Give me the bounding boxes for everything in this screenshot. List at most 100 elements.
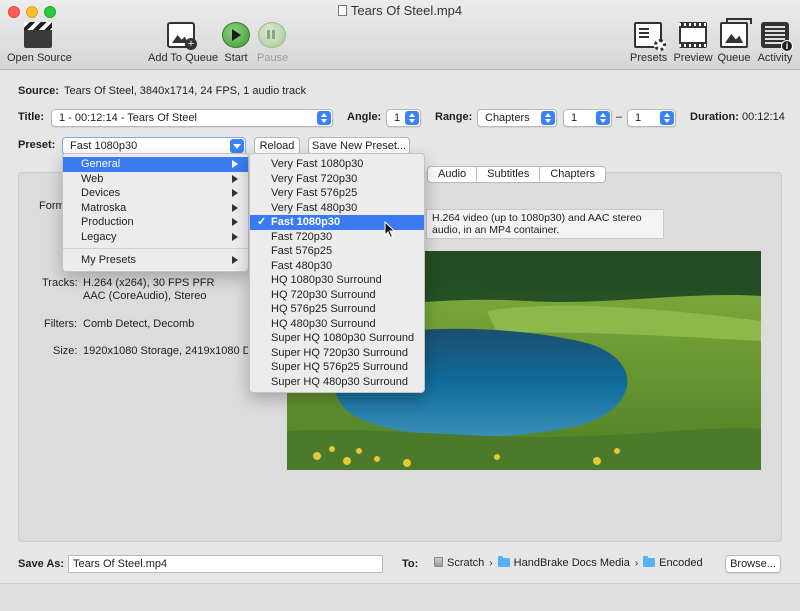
activity-icon: i [761, 22, 793, 52]
range-label: Range: [435, 111, 473, 123]
title-label: Title: [18, 111, 45, 123]
preset-item[interactable]: Super HQ 720p30 Surround [250, 346, 424, 361]
queue-button[interactable]: Queue [717, 18, 752, 64]
duration-label: Duration: [690, 111, 739, 123]
preview-label: Preview [673, 52, 713, 64]
menu-item-label: Web [81, 172, 104, 185]
updown-arrows-icon [541, 111, 555, 125]
drive-icon [434, 557, 443, 567]
menu-item-label: General [81, 158, 121, 170]
presets-button[interactable]: Presets [630, 22, 668, 64]
preset-item[interactable]: Very Fast 480p30 [250, 201, 424, 216]
submenu-arrow-icon [232, 189, 238, 197]
preset-item-label: Very Fast 1080p30 [271, 158, 364, 170]
tab-subtitles[interactable]: Subtitles [477, 167, 541, 182]
preset-item-label: Very Fast 576p25 [271, 187, 358, 199]
range-dash: – [616, 111, 623, 123]
preset-item[interactable]: HQ 576p25 Surround [250, 302, 424, 317]
destination-path[interactable]: Scratch › HandBrake Docs Media › Encoded [434, 556, 703, 569]
menu-separator [63, 248, 248, 249]
presets-label: Presets [630, 52, 668, 64]
tab-chapters[interactable]: Chapters [540, 167, 605, 182]
pause-button[interactable]: Pause [257, 22, 288, 64]
angle-label: Angle: [347, 111, 382, 123]
add-to-queue-button[interactable]: + Add To Queue [148, 22, 218, 64]
preset-item[interactable]: Fast 576p25 [250, 244, 424, 259]
preset-description-tooltip: H.264 video (up to 1080p30) and AAC ster… [426, 209, 664, 239]
path-scratch: Scratch [447, 557, 485, 569]
range-start-popup[interactable]: 1 [563, 109, 612, 127]
preset-item-label: Fast 480p30 [271, 259, 333, 272]
submenu-arrow-icon [232, 232, 238, 241]
preset-item[interactable]: Very Fast 576p25 [250, 186, 424, 201]
preset-item-selected[interactable]: ✓ Fast 1080p30 [250, 215, 424, 230]
menu-item-matroska[interactable]: Matroska [63, 201, 248, 216]
menu-item-devices[interactable]: Devices [63, 186, 248, 201]
open-source-button[interactable]: Open Source [7, 22, 72, 64]
preset-item-label: Fast 1080p30 [271, 216, 341, 228]
preset-item[interactable]: Very Fast 720p30 [250, 172, 424, 187]
play-icon [222, 22, 250, 48]
window-toolbar: Tears Of Steel.mp4 Open Source + Add To … [0, 0, 800, 70]
document-icon [337, 5, 347, 16]
tracks-line-1: H.264 (x264), 30 FPS PFR [83, 277, 215, 289]
angle-popup[interactable]: 1 [386, 109, 421, 127]
preset-item[interactable]: HQ 720p30 Surround [250, 288, 424, 303]
preset-item-label: Very Fast 480p30 [271, 201, 358, 214]
preset-item[interactable]: Super HQ 480p30 Surround [250, 375, 424, 390]
preset-item-label: HQ 480p30 Surround [271, 317, 376, 330]
menu-item-label: Legacy [81, 230, 117, 243]
film-icon [679, 22, 707, 48]
preset-item-label: Fast 720p30 [271, 230, 333, 243]
chevron-down-icon [230, 139, 244, 153]
tracks-label: Tracks: [42, 277, 78, 289]
preview-button[interactable]: Preview [673, 22, 713, 64]
pause-icon [258, 22, 286, 48]
filters-value: Comb Detect, Decomb [83, 318, 195, 330]
tab-audio[interactable]: Audio [428, 167, 478, 182]
preset-item-label: Very Fast 720p30 [271, 172, 358, 185]
save-as-field[interactable]: Tears Of Steel.mp4 [68, 555, 383, 573]
general-presets-submenu: Very Fast 1080p30 Very Fast 720p30 Very … [249, 153, 425, 393]
menu-item-label: Devices [81, 187, 121, 199]
updown-arrows-icon [405, 111, 419, 125]
menu-item-legacy[interactable]: Legacy [63, 230, 248, 245]
menu-item-general[interactable]: General [63, 157, 248, 172]
menu-item-label: My Presets [81, 254, 137, 266]
activity-button[interactable]: i Activity [756, 22, 794, 64]
preset-item-label: HQ 576p25 Surround [271, 303, 376, 315]
tracks-line-2: AAC (CoreAudio), Stereo [83, 290, 207, 302]
preset-item[interactable]: Fast 720p30 [250, 230, 424, 245]
range-end-popup[interactable]: 1 [627, 109, 676, 127]
preset-label: Preset: [18, 139, 56, 151]
menu-item-label: Production [81, 216, 134, 228]
queue-icon [720, 18, 752, 48]
path-handbrake-docs-media: HandBrake Docs Media [513, 557, 630, 569]
updown-arrows-icon [317, 111, 331, 125]
submenu-arrow-icon [232, 160, 238, 168]
range-type-popup[interactable]: Chapters [477, 109, 557, 127]
source-value: Tears Of Steel, 3840x1714, 24 FPS, 1 aud… [64, 85, 307, 97]
preset-item[interactable]: HQ 480p30 Surround [250, 317, 424, 332]
range-type-value: Chapters [485, 112, 530, 124]
preset-value: Fast 1080p30 [70, 140, 138, 152]
preset-item[interactable]: HQ 1080p30 Surround [250, 273, 424, 288]
menu-item-production[interactable]: Production [63, 215, 248, 230]
browse-button[interactable]: Browse... [725, 555, 781, 573]
size-value: 1920x1080 Storage, 2419x1080 Dis [83, 345, 248, 357]
preset-item[interactable]: Super HQ 576p25 Surround [250, 360, 424, 375]
angle-value: 1 [394, 112, 401, 124]
menu-item-web[interactable]: Web [63, 172, 248, 187]
start-button[interactable]: Start [222, 22, 250, 64]
preset-item[interactable]: Very Fast 1080p30 [250, 157, 424, 172]
window-title: Tears Of Steel.mp4 [0, 3, 800, 18]
range-end-value: 1 [635, 112, 642, 124]
submenu-arrow-icon [232, 256, 238, 264]
preset-item[interactable]: Super HQ 1080p30 Surround [250, 331, 424, 346]
folder-icon [497, 556, 510, 567]
menu-item-my-presets[interactable]: My Presets [63, 253, 248, 268]
title-popup[interactable]: 1 - 00:12:14 - Tears Of Steel [51, 109, 333, 127]
queue-label: Queue [717, 52, 751, 64]
to-label: To: [402, 558, 419, 570]
preset-item[interactable]: Fast 480p30 [250, 259, 424, 274]
